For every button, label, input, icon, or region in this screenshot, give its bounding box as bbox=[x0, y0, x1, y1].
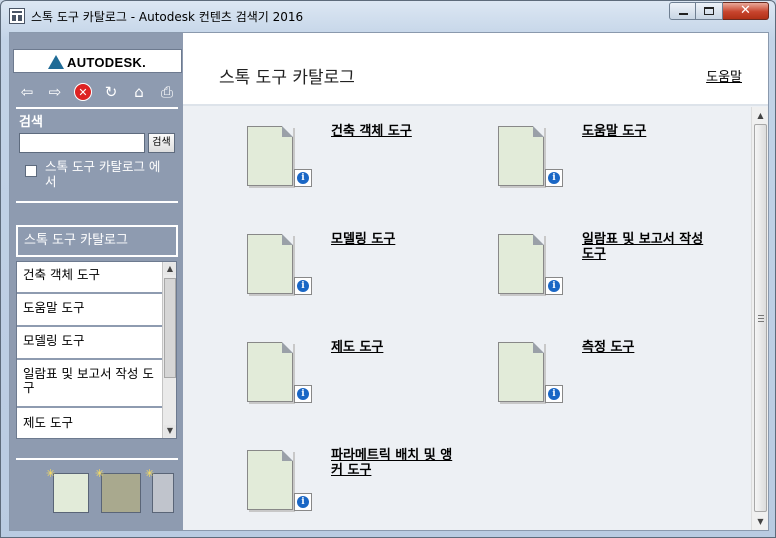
divider bbox=[16, 107, 178, 109]
scroll-up-icon[interactable]: ▲ bbox=[754, 109, 767, 122]
search-button[interactable]: 검색 bbox=[148, 133, 175, 153]
info-icon[interactable]: i bbox=[545, 277, 563, 295]
page-scrollbar[interactable]: ▲ ▼ bbox=[751, 107, 768, 530]
search-input[interactable] bbox=[19, 133, 145, 153]
document-icon[interactable] bbox=[247, 342, 293, 402]
search-label: 검색 bbox=[19, 115, 43, 130]
document-icon[interactable] bbox=[498, 126, 544, 186]
tool-category[interactable]: i 제도 도구 bbox=[247, 340, 487, 432]
document-icon[interactable] bbox=[247, 234, 293, 294]
title-bar[interactable]: 스톡 도구 카탈로그 - Autodesk 컨텐츠 검색기 2016 ✕ bbox=[1, 1, 775, 31]
category-item[interactable]: 도움말 도구 bbox=[17, 295, 162, 327]
category-item[interactable]: 건축 객체 도구 bbox=[17, 262, 162, 294]
tool-palette-set-icon[interactable] bbox=[152, 473, 174, 513]
sidebar: AUTODESK. ⇦ ⇨ ✕ ↻ ⌂ ⎙ 검색 검색 스톡 도구 카탈로그 에… bbox=[10, 33, 183, 530]
tool-category[interactable]: i 건축 객체 도구 bbox=[247, 124, 487, 216]
app-window: 스톡 도구 카탈로그 - Autodesk 컨텐츠 검색기 2016 ✕ AUT… bbox=[0, 0, 776, 538]
tool-category[interactable]: i 파라메트릭 배치 및 앵커 도구 bbox=[247, 448, 487, 537]
print-icon[interactable]: ⎙ bbox=[158, 83, 176, 101]
help-link[interactable]: 도움말 bbox=[706, 66, 742, 85]
window-title: 스톡 도구 카탈로그 - Autodesk 컨텐츠 검색기 2016 bbox=[31, 10, 304, 24]
sparkle-icon: ✳ bbox=[145, 467, 155, 480]
category-item[interactable]: 모델링 도구 bbox=[17, 328, 162, 360]
scroll-down-icon[interactable]: ▼ bbox=[164, 425, 176, 437]
tool-category[interactable]: i 모델링 도구 bbox=[247, 232, 487, 324]
close-button[interactable]: ✕ bbox=[723, 2, 769, 20]
scroll-down-icon[interactable]: ▼ bbox=[754, 515, 767, 528]
page-title: 스톡 도구 카탈로그 bbox=[219, 68, 355, 88]
info-icon[interactable]: i bbox=[294, 169, 312, 187]
divider bbox=[16, 201, 178, 203]
logo-text: AUTODESK. bbox=[67, 55, 147, 70]
tool-category[interactable]: i 측정 도구 bbox=[498, 340, 738, 432]
document-icon[interactable] bbox=[247, 450, 293, 510]
document-icon[interactable] bbox=[498, 234, 544, 294]
minimize-button[interactable] bbox=[669, 2, 696, 20]
tool-category-link[interactable]: 건축 객체 도구 bbox=[331, 124, 461, 139]
category-header[interactable]: 스톡 도구 카탈로그 bbox=[16, 225, 178, 257]
tool-category-link[interactable]: 일람표 및 보고서 작성 도구 bbox=[582, 232, 712, 262]
minimize-icon bbox=[679, 13, 688, 15]
tool-category-link[interactable]: 제도 도구 bbox=[331, 340, 461, 355]
scroll-thumb[interactable] bbox=[164, 278, 176, 378]
nav-toolbar: ⇦ ⇨ ✕ ↻ ⌂ ⎙ bbox=[16, 81, 180, 103]
category-list: 건축 객체 도구 도움말 도구 모델링 도구 일람표 및 보고서 작성 도구 제… bbox=[16, 261, 177, 439]
tool-category-link[interactable]: 파라메트릭 배치 및 앵커 도구 bbox=[331, 448, 461, 478]
content-browser: AUTODESK. ⇦ ⇨ ✕ ↻ ⌂ ⎙ 검색 검색 스톡 도구 카탈로그 에… bbox=[9, 32, 769, 531]
grip-icon bbox=[758, 315, 764, 322]
back-icon[interactable]: ⇦ bbox=[18, 83, 36, 101]
category-item[interactable]: 일람표 및 보고서 작성 도구 bbox=[17, 361, 162, 408]
document-icon[interactable] bbox=[247, 126, 293, 186]
info-icon[interactable]: i bbox=[294, 493, 312, 511]
tool-category-link[interactable]: 도움말 도구 bbox=[582, 124, 712, 139]
home-icon[interactable]: ⌂ bbox=[130, 83, 148, 101]
forward-icon[interactable]: ⇨ bbox=[46, 83, 64, 101]
tool-palette-icon[interactable] bbox=[53, 473, 89, 513]
info-icon[interactable]: i bbox=[545, 385, 563, 403]
maximize-icon bbox=[704, 7, 714, 15]
close-icon: ✕ bbox=[740, 3, 751, 18]
scope-checkbox[interactable] bbox=[25, 165, 37, 177]
category-scrollbar[interactable]: ▲ ▼ bbox=[162, 262, 176, 438]
scroll-up-icon[interactable]: ▲ bbox=[164, 263, 176, 275]
scroll-thumb[interactable] bbox=[754, 124, 767, 512]
autodesk-logo-icon bbox=[48, 55, 64, 69]
tool-palette-group-icon[interactable] bbox=[101, 473, 141, 513]
tool-category-link[interactable]: 모델링 도구 bbox=[331, 232, 461, 247]
document-icon[interactable] bbox=[498, 342, 544, 402]
scope-label: 스톡 도구 카탈로그 에서 bbox=[45, 159, 161, 189]
catalog-page: 스톡 도구 카탈로그 도움말 i 건축 객체 도구 i 도움말 도구 i 모델링… bbox=[183, 33, 768, 530]
stop-icon[interactable]: ✕ bbox=[74, 83, 92, 101]
autodesk-logo: AUTODESK. bbox=[13, 49, 182, 73]
category-item[interactable]: 제도 도구 bbox=[17, 410, 162, 438]
info-icon[interactable]: i bbox=[294, 385, 312, 403]
info-icon[interactable]: i bbox=[545, 169, 563, 187]
maximize-button[interactable] bbox=[696, 2, 723, 20]
divider bbox=[16, 458, 178, 460]
app-icon[interactable] bbox=[9, 8, 25, 24]
sparkle-icon: ✳ bbox=[46, 467, 56, 480]
tool-category-link[interactable]: 측정 도구 bbox=[582, 340, 712, 355]
tool-category[interactable]: i 도움말 도구 bbox=[498, 124, 738, 216]
sparkle-icon: ✳ bbox=[95, 467, 105, 480]
page-header: 스톡 도구 카탈로그 도움말 bbox=[183, 33, 768, 106]
info-icon[interactable]: i bbox=[294, 277, 312, 295]
refresh-icon[interactable]: ↻ bbox=[102, 83, 120, 101]
tool-category[interactable]: i 일람표 및 보고서 작성 도구 bbox=[498, 232, 738, 324]
